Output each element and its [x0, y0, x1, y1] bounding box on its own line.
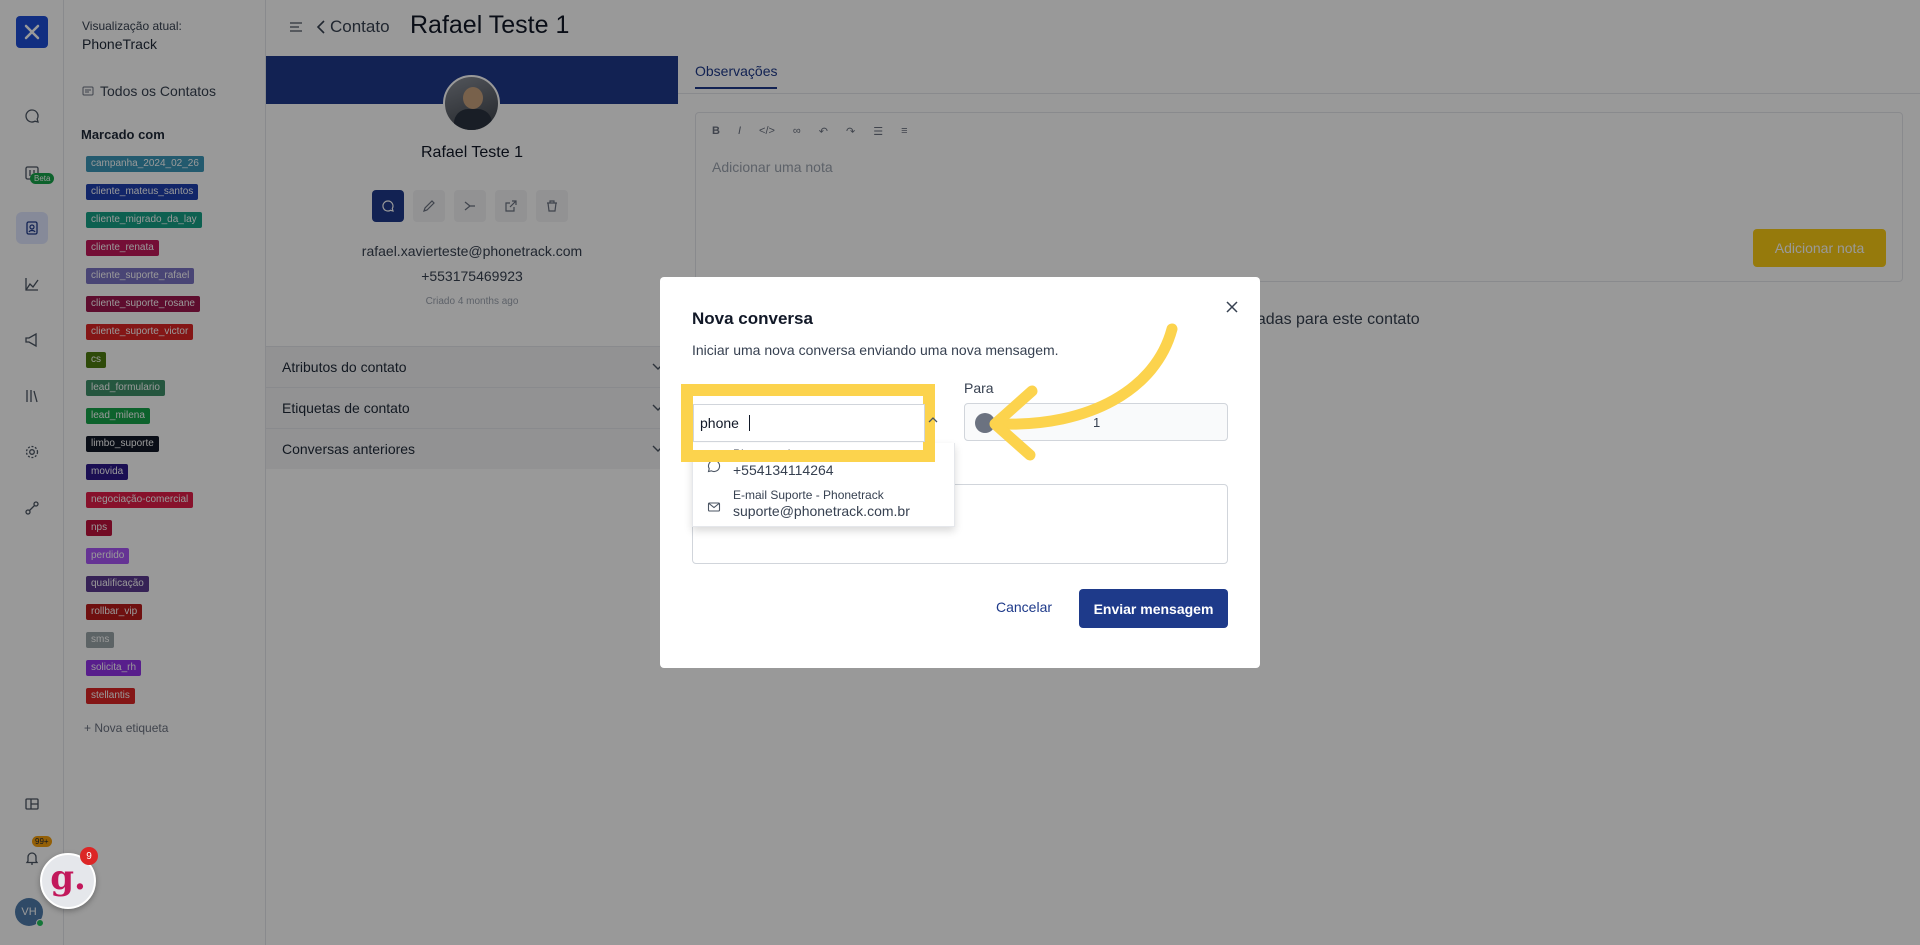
inbox-search-input[interactable]: [700, 413, 910, 433]
mail-icon: [707, 502, 721, 512]
help-widget-badge: 9: [80, 847, 98, 865]
cancel-button[interactable]: Cancelar: [996, 599, 1052, 615]
modal-title: Nova conversa: [692, 309, 813, 328]
inbox-option-value: +554134114264: [733, 462, 834, 478]
inbox-option-email-support[interactable]: E-mail Suporte - Phonetrack suporte@phon…: [693, 488, 956, 526]
help-widget-logo: g.: [50, 858, 86, 898]
chevron-up-icon[interactable]: [928, 416, 938, 423]
close-icon[interactable]: [1222, 297, 1242, 317]
inbox-option-name: E-mail Suporte - Phonetrack: [733, 488, 884, 502]
text-caret: [749, 415, 750, 431]
send-message-button[interactable]: Enviar mensagem: [1079, 589, 1228, 628]
inbox-search-field[interactable]: [693, 404, 925, 442]
annotation-arrow-icon: [989, 323, 1178, 461]
inbox-option-value: suporte@phonetrack.com.br: [733, 503, 910, 519]
